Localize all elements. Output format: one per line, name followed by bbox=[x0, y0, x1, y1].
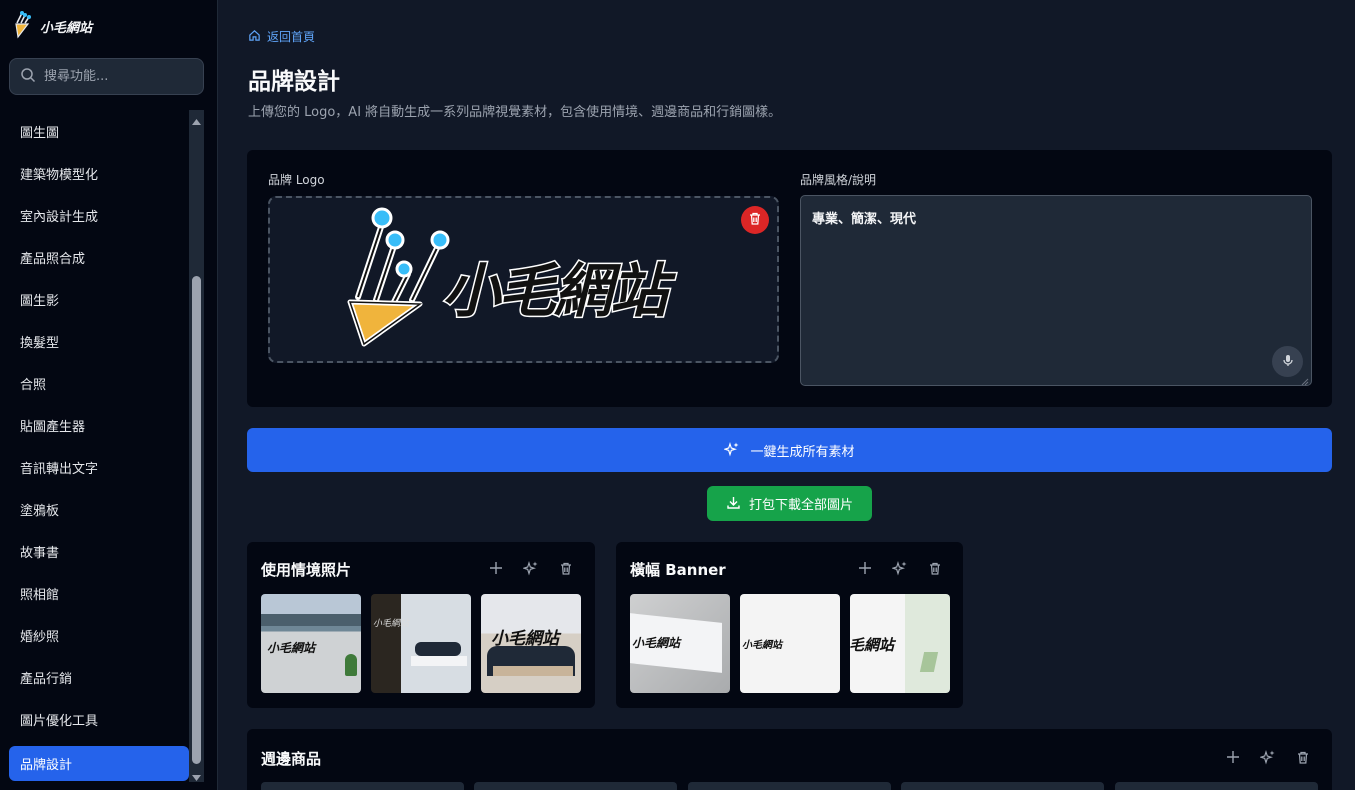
merchandise-card: 週邊商品 bbox=[247, 729, 1332, 790]
sidebar-item-photo-studio[interactable]: 照相館 bbox=[9, 576, 189, 611]
download-icon bbox=[726, 495, 741, 513]
banner-thumbnail[interactable]: 小毛網站 bbox=[850, 594, 950, 693]
brand-input-panel: 品牌 Logo 小毛網站 品牌風格/說明 專業、簡潔、現代 bbox=[247, 150, 1332, 407]
sidebar-scrollbar-thumb[interactable] bbox=[192, 276, 201, 764]
search-icon bbox=[20, 67, 36, 87]
plus-icon[interactable] bbox=[856, 559, 874, 577]
thumbnail-logo-text: 小毛網站 bbox=[267, 641, 316, 655]
plus-icon[interactable] bbox=[1224, 748, 1242, 766]
sidebar-item-img2video[interactable]: 圖生影 bbox=[9, 282, 189, 317]
trash-icon[interactable] bbox=[557, 559, 575, 577]
home-icon bbox=[248, 29, 261, 45]
sidebar-item-wedding-photo[interactable]: 婚紗照 bbox=[9, 618, 189, 653]
merchandise-actions bbox=[1224, 748, 1312, 766]
sidebar-nav: 圖生圖 建築物模型化 室內設計生成 產品照合成 圖生影 換髮型 合照 貼圖產生器… bbox=[0, 110, 190, 786]
sidebar: 小毛網站 圖生圖 建築物模型化 室內設計生成 產品照合成 圖生影 換髮型 合照 … bbox=[0, 0, 218, 790]
sidebar-item-sticker-generator[interactable]: 貼圖產生器 bbox=[9, 408, 189, 443]
search-box[interactable] bbox=[9, 58, 204, 95]
sidebar-item-audio-to-text[interactable]: 音訊轉出文字 bbox=[9, 450, 189, 485]
sidebar-item-product-marketing[interactable]: 產品行銷 bbox=[9, 660, 189, 695]
merchandise-thumbnail[interactable] bbox=[688, 782, 891, 790]
logo-field-label: 品牌 Logo bbox=[268, 173, 325, 187]
trash-icon[interactable] bbox=[1294, 748, 1312, 766]
back-home-link[interactable]: 返回首頁 bbox=[248, 28, 315, 45]
trash-icon[interactable] bbox=[926, 559, 944, 577]
sparkles-icon bbox=[723, 441, 740, 460]
search-input[interactable] bbox=[44, 69, 194, 84]
plus-icon[interactable] bbox=[487, 559, 505, 577]
scroll-up-arrow-icon[interactable] bbox=[191, 112, 202, 125]
banner-card: 橫幅 Banner 小毛網站 小毛網站 小毛網站 bbox=[616, 542, 963, 708]
app-logo[interactable]: 小毛網站 bbox=[14, 10, 92, 42]
thumbnail-logo-text: 小毛網站 bbox=[742, 640, 782, 651]
sparkles-icon[interactable] bbox=[891, 559, 909, 577]
sidebar-item-doodle-board[interactable]: 塗鴉板 bbox=[9, 492, 189, 527]
sparkles-icon[interactable] bbox=[1259, 748, 1277, 766]
microphone-icon bbox=[1281, 353, 1295, 371]
sidebar-item-img2img[interactable]: 圖生圖 bbox=[9, 114, 189, 149]
merchandise-thumbnail[interactable] bbox=[261, 782, 464, 790]
voice-input-button[interactable] bbox=[1272, 346, 1303, 377]
back-home-label: 返回首頁 bbox=[267, 30, 316, 44]
banner-thumbnail[interactable]: 小毛網站 bbox=[740, 594, 840, 693]
merchandise-thumbnail[interactable] bbox=[901, 782, 1104, 790]
banner-thumbnail[interactable]: 小毛網站 bbox=[630, 594, 730, 693]
usage-scenarios-title: 使用情境照片 bbox=[261, 561, 352, 579]
page-subtitle: 上傳您的 Logo，AI 將自動生成一系列品牌視覺素材，包含使用情境、週邊商品和… bbox=[248, 105, 782, 120]
generate-all-label: 一鍵生成所有素材 bbox=[750, 443, 855, 459]
thumbnail-logo-text: 小毛網站 bbox=[373, 619, 410, 629]
scroll-down-arrow-icon[interactable] bbox=[191, 768, 202, 781]
sidebar-item-brand-design[interactable]: 品牌設計 bbox=[9, 746, 189, 781]
banner-title: 橫幅 Banner bbox=[630, 561, 726, 579]
download-all-label: 打包下載全部圖片 bbox=[748, 497, 853, 512]
sidebar-item-product-composite[interactable]: 產品照合成 bbox=[9, 240, 189, 275]
sidebar-item-interior-design[interactable]: 室內設計生成 bbox=[9, 198, 189, 233]
sidebar-item-image-optimizer[interactable]: 圖片優化工具 bbox=[9, 702, 189, 737]
generate-all-button[interactable]: 一鍵生成所有素材 bbox=[247, 428, 1332, 472]
thumbnail-logo-text: 小毛網站 bbox=[491, 629, 559, 649]
sidebar-item-group-photo[interactable]: 合照 bbox=[9, 366, 189, 401]
download-all-button[interactable]: 打包下載全部圖片 bbox=[707, 486, 872, 521]
thumbnail-logo-text: 小毛網站 bbox=[850, 636, 895, 654]
thumbnail-logo-text: 小毛網站 bbox=[632, 636, 681, 650]
sidebar-item-building-model[interactable]: 建築物模型化 bbox=[9, 156, 189, 191]
app-logo-text: 小毛網站 bbox=[40, 20, 93, 36]
page-title: 品牌設計 bbox=[248, 69, 340, 95]
merchandise-title: 週邊商品 bbox=[261, 750, 322, 768]
usage-scenarios-actions bbox=[487, 559, 575, 577]
usage-scenarios-card: 使用情境照片 小毛網站 小毛網站 小毛網站 bbox=[247, 542, 595, 708]
pencil-logo-icon bbox=[14, 9, 36, 43]
logo-brand-text: 小毛網站 bbox=[440, 256, 669, 327]
sparkles-icon[interactable] bbox=[522, 559, 540, 577]
banner-actions bbox=[856, 559, 944, 577]
main-content: 返回首頁 品牌設計 上傳您的 Logo，AI 將自動生成一系列品牌視覺素材，包含… bbox=[219, 0, 1355, 790]
trash-icon bbox=[748, 211, 762, 230]
usage-scenario-thumbnail[interactable]: 小毛網站 bbox=[371, 594, 471, 693]
sidebar-item-hairstyle[interactable]: 換髮型 bbox=[9, 324, 189, 359]
style-field-label: 品牌風格/說明 bbox=[800, 173, 877, 187]
usage-scenario-thumbnail[interactable]: 小毛網站 bbox=[481, 594, 581, 693]
resize-handle-icon[interactable] bbox=[1301, 375, 1309, 386]
sidebar-item-storybook[interactable]: 故事書 bbox=[9, 534, 189, 569]
brand-style-textarea[interactable]: 專業、簡潔、現代 bbox=[800, 195, 1312, 386]
merchandise-thumbnail[interactable] bbox=[474, 782, 677, 790]
remove-logo-button[interactable] bbox=[741, 206, 769, 234]
brand-style-value: 專業、簡潔、現代 bbox=[812, 212, 917, 227]
uploaded-logo-image: 小毛網站 bbox=[342, 202, 712, 352]
merchandise-thumbnail[interactable] bbox=[1115, 782, 1318, 790]
logo-upload-area[interactable]: 小毛網站 bbox=[268, 196, 779, 363]
usage-scenario-thumbnail[interactable]: 小毛網站 bbox=[261, 594, 361, 693]
